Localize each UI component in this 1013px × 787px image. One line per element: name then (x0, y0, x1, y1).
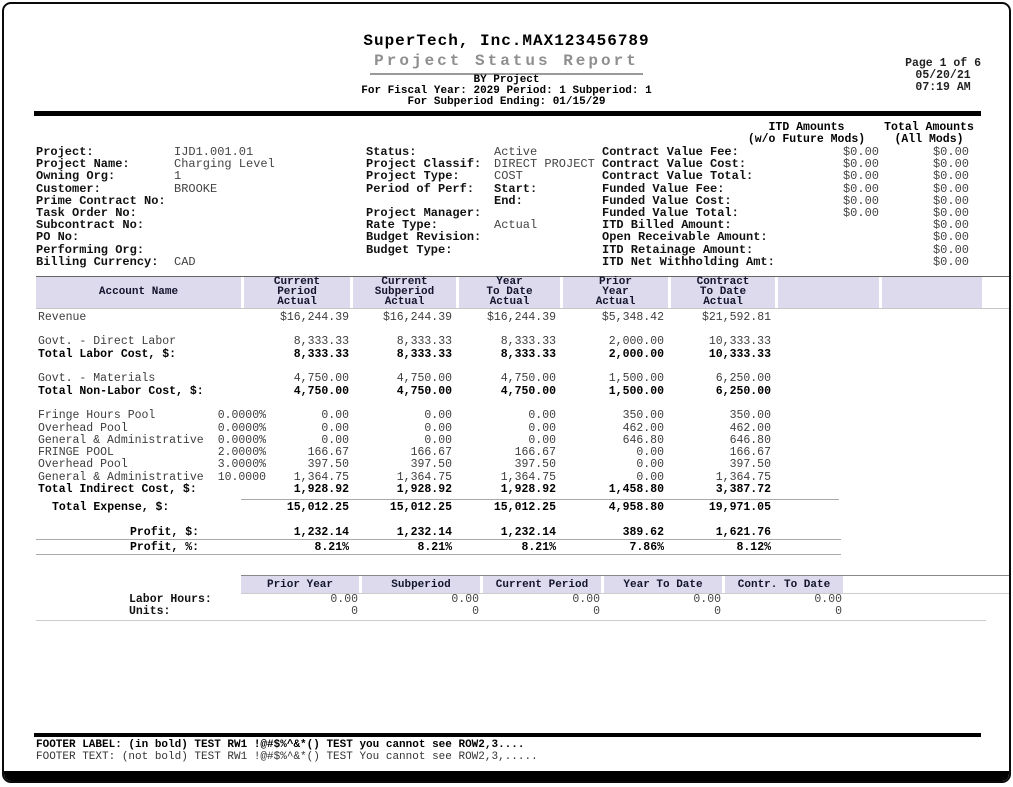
project-info-left: Project:IJD1.001.01 Project Name:Chargin… (36, 122, 366, 268)
table-row-revenue: Revenue$16,244.39$16,244.39$16,244.39$5,… (36, 312, 1009, 324)
report-header: SuperTech, Inc.MAX123456789 Project Stat… (4, 32, 1009, 108)
table-row-total-indirect: Total Indirect Cost, $:1,928.921,928.921… (36, 484, 1009, 496)
report-title: Project Status Report (370, 51, 643, 75)
table-row: Overhead Pool0.0000%0.000.000.00462.0046… (36, 423, 1009, 435)
footer-label-line: FOOTER LABEL: (in bold) TEST RW1 !@#$%^&… (36, 739, 1009, 751)
column-header-empty (882, 277, 982, 308)
footer-rule (34, 733, 981, 737)
contract-amounts: ITD Amounts Total Amounts (w/o Future Mo… (602, 122, 981, 268)
window-bottom-bar (4, 771, 1009, 781)
info-row: Billing Currency:CAD (36, 256, 366, 268)
amounts-row: Open Receivable Amount:$0.00 (602, 231, 981, 243)
column-header-account-name: Account Name (36, 277, 241, 308)
print-time: 07:19 AM (905, 82, 981, 94)
footer-text-line: FOOTER TEXT: (not bold) TEST RW1 !@#$%^&… (36, 751, 1009, 763)
total-expense-rule (241, 499, 839, 500)
amounts-row: Contract Value Total:$0.00$0.00 (602, 170, 981, 182)
table-row-total-labor: Total Labor Cost, $:8,333.338,333.338,33… (36, 349, 1009, 361)
table-row: Fringe Hours Pool0.0000%0.000.000.00350.… (36, 410, 1009, 422)
amounts-row: ITD Net Withholding Amt:$0.00 (602, 256, 981, 268)
info-row: Customer:BROOKE (36, 183, 366, 195)
report-page: Page 1 of 6 05/20/21 07:19 AM SuperTech,… (2, 2, 1011, 783)
page-meta: Page 1 of 6 05/20/21 07:19 AM (905, 58, 981, 94)
amounts-row: ITD Retainage Amount:$0.00 (602, 244, 981, 256)
info-row: Budget Type: (366, 244, 602, 256)
info-row: Period of Perf:Start: (366, 183, 602, 195)
table-row: Govt. - Direct Labor8,333.338,333.338,33… (36, 336, 1009, 348)
column-header-prior-year: Prior Year Actual (563, 277, 668, 308)
header-rule (34, 111, 981, 116)
table-row-profit-percent: Profit, %: 8.21% 8.21% 8.21% 7.86% 8.12% (36, 542, 1009, 554)
hours-column-prior-year: Prior Year (241, 576, 359, 593)
hours-row-units: Units: 0 0 0 0 0 (36, 606, 1009, 618)
column-header-contract-to-date: Contract To Date Actual (671, 277, 775, 308)
info-row: Owning Org:1 (36, 170, 366, 182)
table-row-total-expense: Total Expense, $: 15,012.25 15,012.25 15… (36, 502, 1009, 514)
amounts-row: Funded Value Fee:$0.00$0.00 (602, 183, 981, 195)
info-row: PO No: (36, 231, 366, 243)
column-header-current-period: Current Period Actual (244, 277, 350, 308)
hours-column-subperiod: Subperiod (362, 576, 480, 593)
profit-percent-rule (36, 554, 841, 555)
info-row: Performing Org: (36, 244, 366, 256)
table-row: Overhead Pool3.0000%397.50397.50397.500.… (36, 459, 1009, 471)
hours-column-current-period: Current Period (483, 576, 601, 593)
table-row-profit-amount: Profit, $: 1,232.14 1,232.14 1,232.14 38… (36, 527, 1009, 539)
column-header-empty (778, 277, 879, 308)
column-header-current-subperiod: Current Subperiod Actual (353, 277, 456, 308)
hours-column-year-to-date: Year To Date (604, 576, 722, 593)
account-table-body: Revenue$16,244.39$16,244.39$16,244.39$5,… (4, 312, 1009, 496)
info-row: Project Type:COST (366, 170, 602, 182)
hours-table-header: Prior Year Subperiod Current Period Year… (241, 575, 1009, 594)
project-info-middle: Status:Active Project Classif:DIRECT PRO… (366, 122, 602, 268)
company-title: SuperTech, Inc.MAX123456789 (4, 32, 1009, 50)
subperiod-ending-line: For Subperiod Ending: 01/15/29 (4, 97, 1009, 108)
hours-row-labor-hours: Labor Hours: 0.00 0.00 0.00 0.00 0.00 (36, 594, 1009, 606)
info-row: Budget Revision: (366, 231, 602, 243)
hours-column-contract-to-date: Contr. To Date (725, 576, 843, 593)
hours-table-rule (36, 620, 986, 621)
report-footer: FOOTER LABEL: (in bold) TEST RW1 !@#$%^&… (4, 733, 1009, 763)
info-row: Subcontract No: (36, 219, 366, 231)
column-header-year-to-date: Year To Date Actual (459, 277, 560, 308)
account-table-header: Account Name Current Period Actual Curre… (36, 276, 1009, 309)
project-info-section: Project:IJD1.001.01 Project Name:Chargin… (36, 122, 1009, 268)
table-row-total-non-labor: Total Non-Labor Cost, $:4,750.004,750.00… (36, 386, 1009, 398)
table-row: Govt. - Materials4,750.004,750.004,750.0… (36, 373, 1009, 385)
